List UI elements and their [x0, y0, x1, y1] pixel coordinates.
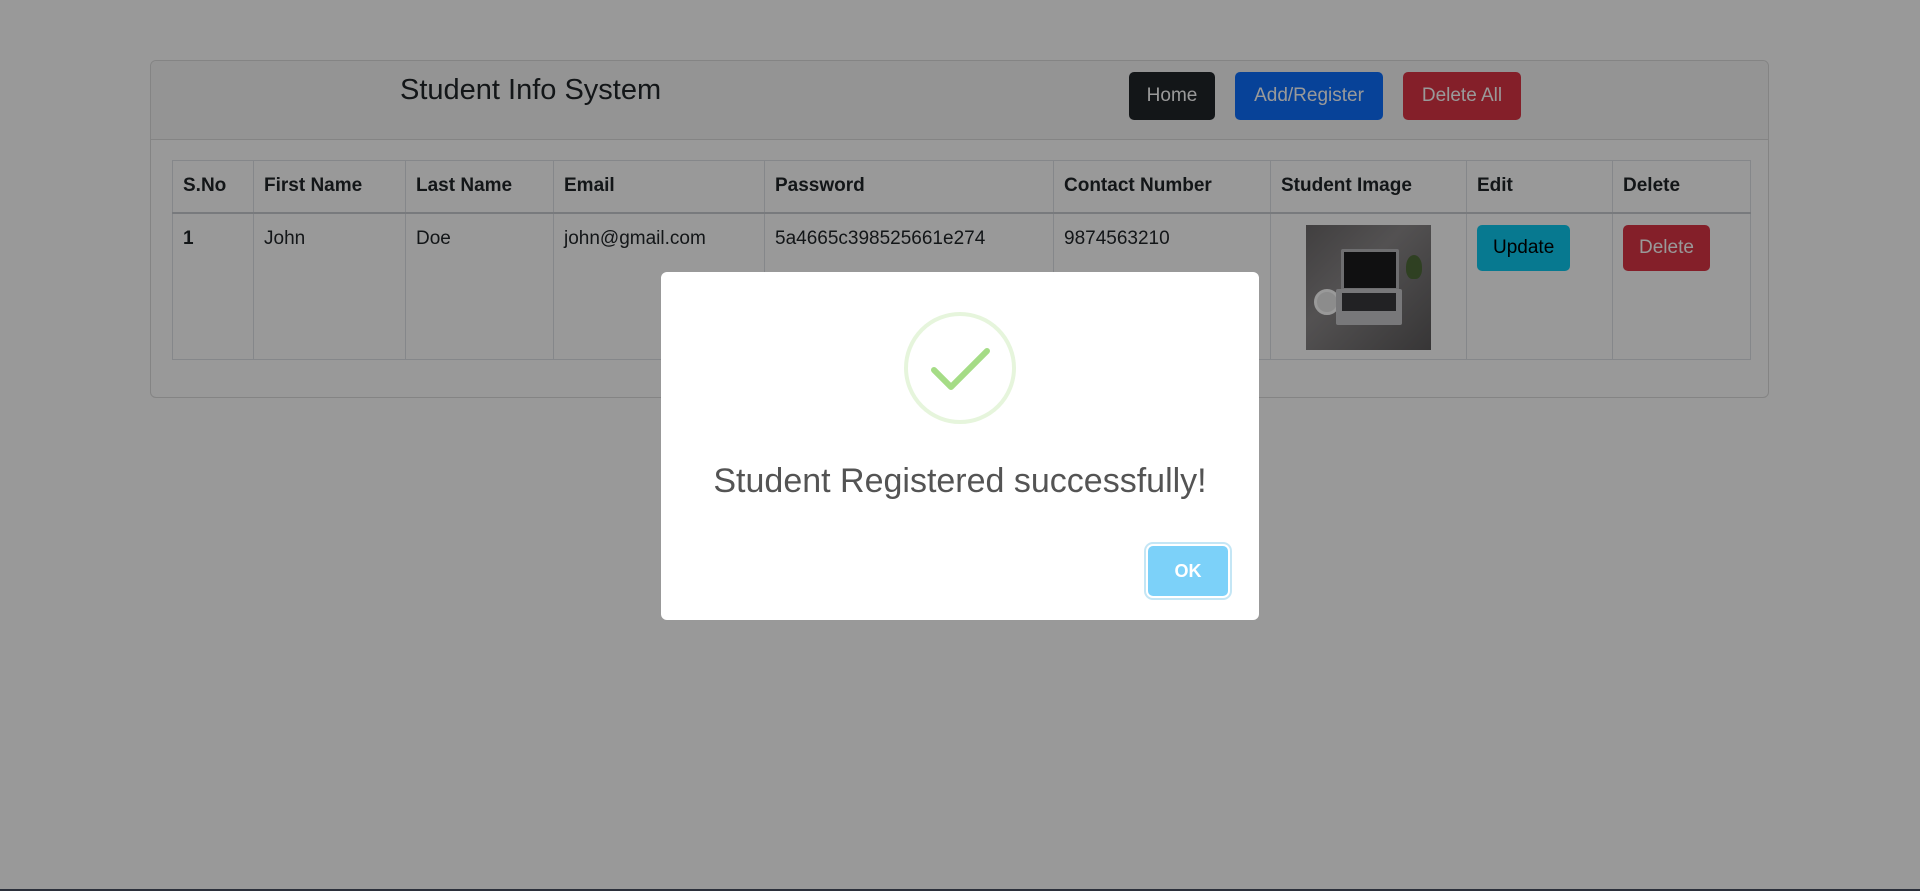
success-dialog: Student Registered successfully! OK — [661, 272, 1259, 620]
dialog-message: Student Registered successfully! — [713, 462, 1207, 500]
success-check-icon — [904, 312, 1016, 424]
ok-button[interactable]: OK — [1148, 546, 1228, 596]
page: Student Info System Home Add/Register De… — [0, 0, 1920, 891]
bottom-edge — [0, 889, 1920, 891]
